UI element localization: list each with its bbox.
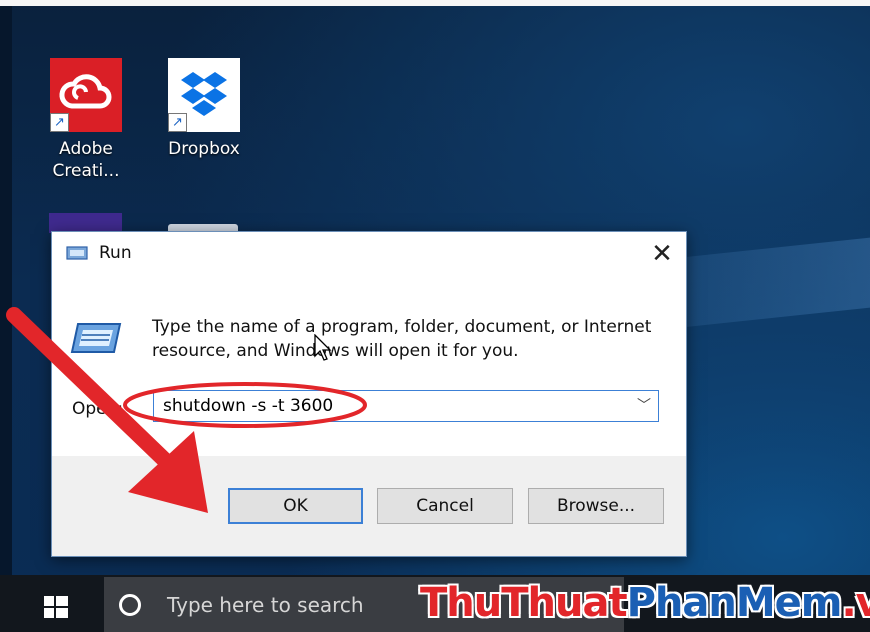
close-icon: ✕ [651, 239, 673, 269]
top-border [0, 0, 870, 6]
desktop-icon-adobe[interactable]: ↗ Adobe Creati... [41, 58, 131, 182]
cortana-icon [119, 594, 141, 616]
adobe-creative-cloud-icon: ↗ [50, 58, 122, 132]
shortcut-arrow-icon: ↗ [50, 113, 69, 132]
cancel-button[interactable]: Cancel [377, 488, 513, 524]
desktop-icon-dropbox[interactable]: ↗ Dropbox [159, 58, 249, 160]
run-app-icon [66, 246, 88, 260]
desktop-icon-label: Dropbox [168, 139, 240, 159]
shortcut-arrow-icon: ↗ [168, 113, 187, 132]
search-placeholder: Type here to search [167, 593, 364, 617]
run-dialog: Run ✕ Type the name of a program, folder… [51, 231, 687, 557]
windows-start-icon[interactable] [32, 592, 72, 622]
watermark-part1: ThuThuat [420, 580, 628, 626]
dialog-title: Run [99, 243, 132, 263]
mouse-cursor-icon [314, 334, 332, 361]
dialog-footer: OK Cancel Browse... [52, 456, 686, 556]
desktop-icon-label: Adobe Creati... [52, 139, 120, 181]
dropbox-icon: ↗ [168, 58, 240, 132]
close-button[interactable]: ✕ [638, 232, 686, 278]
browse-button[interactable]: Browse... [528, 488, 664, 524]
ok-button[interactable]: OK [228, 488, 363, 524]
screen-edge [0, 0, 12, 632]
watermark-part3: .vn [841, 580, 870, 626]
watermark-logo: ThuThuatPhanMem.vn [420, 580, 870, 626]
chevron-down-icon[interactable]: ﹀ [630, 391, 658, 421]
partial-desktop-icon[interactable] [49, 213, 122, 233]
dialog-titlebar[interactable]: Run ✕ [52, 232, 686, 278]
run-large-icon [70, 323, 122, 353]
dialog-description: Type the name of a program, folder, docu… [152, 317, 652, 361]
command-input-value[interactable]: shutdown -s -t 3600 [163, 396, 333, 416]
command-input[interactable]: shutdown -s -t 3600 ﹀ [153, 390, 659, 422]
dialog-body: Type the name of a program, folder, docu… [52, 278, 686, 456]
watermark-part2: PhanMem [626, 580, 843, 626]
open-label: Open: [72, 399, 124, 419]
